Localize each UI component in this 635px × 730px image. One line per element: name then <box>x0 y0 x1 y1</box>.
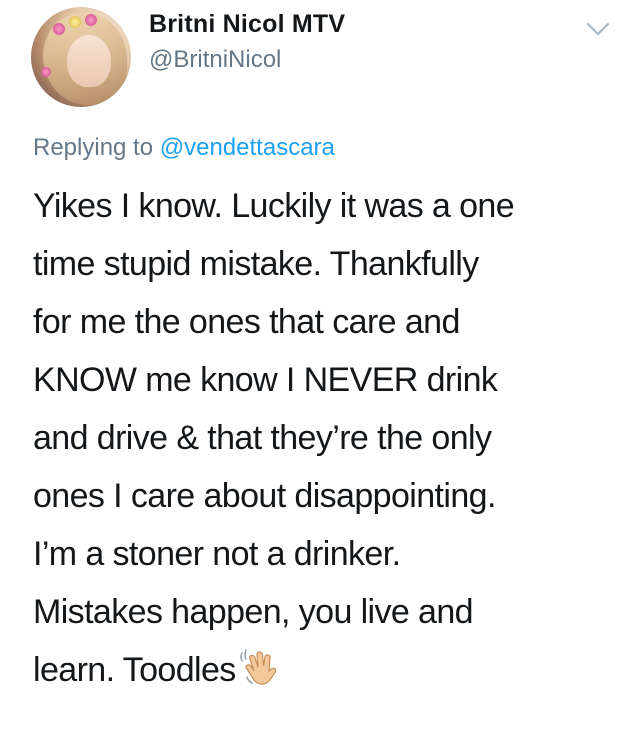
flower-crown-icon <box>85 14 97 26</box>
tweet-text-line: time stupid mistake. Thankfully <box>33 245 479 283</box>
tweet-text-line: KNOW me know I NEVER drink <box>33 361 498 399</box>
tweet-text-line: for me the ones that care and <box>33 303 460 341</box>
display-name[interactable]: Britni Nicol MTV <box>149 10 345 39</box>
avatar-face <box>67 35 111 87</box>
tweet-text-line: and drive & that they’re the only <box>33 419 492 457</box>
flower-crown-icon <box>41 67 51 77</box>
tweet-text: Yikes I know. Luckily it was a one time … <box>33 177 623 699</box>
replying-to-label: Replying to <box>33 134 160 161</box>
flower-crown-icon <box>53 23 65 35</box>
flower-crown-icon <box>69 16 81 28</box>
tweet-text-last-line: learn. Toodles <box>33 641 623 699</box>
avatar[interactable] <box>31 7 131 107</box>
waving-hand-icon <box>239 649 276 685</box>
tweet-text-line: I’m a stoner not a drinker. <box>33 535 401 573</box>
tweet-text-line: learn. Toodles <box>33 651 236 689</box>
tweet-text-line: Mistakes happen, you live and <box>33 593 474 631</box>
tweet-text-line: Yikes I know. Luckily it was a one <box>33 187 515 225</box>
tweet-text-line: ones I care about disappointing. <box>33 477 496 515</box>
reply-mention-link[interactable]: @vendettascara <box>160 134 335 161</box>
chevron-down-icon[interactable] <box>586 22 610 36</box>
replying-to: Replying to @vendettascara <box>33 134 335 162</box>
user-handle[interactable]: @BritniNicol <box>149 46 281 74</box>
